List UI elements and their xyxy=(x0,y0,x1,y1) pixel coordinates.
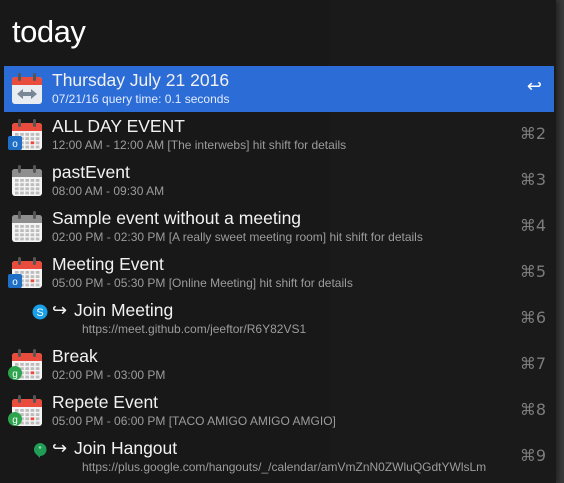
result-row[interactable]: S ↪ Join Meeting https://meet.github.com/je… xyxy=(4,296,554,342)
result-row[interactable]: ” ↪ Join Hangout https://plus.google.com/ha… xyxy=(4,434,554,480)
google-icon: g xyxy=(8,366,22,385)
search-query[interactable]: today xyxy=(12,14,86,58)
shortcut-hint: ⌘5 xyxy=(519,262,546,281)
result-row[interactable]: Sample event without a meeting 02:00 PM -… xyxy=(4,204,554,250)
calendar-gray-icon xyxy=(10,164,44,198)
return-arrow-icon: ↪ xyxy=(52,300,68,320)
result-row[interactable]: o ALL DAY EVENT 12:00 AM - 12:00 AM [The i… xyxy=(4,112,554,158)
return-arrow-icon: ↪ xyxy=(52,438,68,458)
skype-icon: S xyxy=(32,304,48,320)
result-row[interactable]: g Repete Event 05:00 PM - 06:00 PM [TACO A… xyxy=(4,388,554,434)
calendar-gray-icon xyxy=(10,210,44,244)
calendar-icon: g xyxy=(8,394,44,431)
result-subtitle: 07/21/16 query time: 0.1 seconds xyxy=(52,92,230,106)
result-subtitle: 02:00 PM - 03:00 PM xyxy=(52,368,166,382)
launcher-panel: today Thursday July 21 2016 07/21/16 quer… xyxy=(0,0,556,483)
outlook-icon: o xyxy=(8,136,22,155)
result-subtitle: 08:00 AM - 09:30 AM xyxy=(52,184,165,198)
result-title: Sample event without a meeting xyxy=(52,208,302,228)
result-subtitle: https://plus.google.com/hangouts/_/calen… xyxy=(82,460,487,474)
result-row[interactable]: pastEvent 08:00 AM - 09:30 AM ⌘3 xyxy=(4,158,554,204)
hangouts-icon: ” xyxy=(32,442,48,458)
result-title: pastEvent xyxy=(52,162,130,182)
svg-text:o: o xyxy=(12,277,18,288)
shortcut-hint: ⌘6 xyxy=(519,308,546,327)
result-title: Meeting Event xyxy=(52,254,164,274)
svg-text:g: g xyxy=(12,415,18,426)
shortcut-hint: ⌘9 xyxy=(519,446,546,465)
svg-text:g: g xyxy=(12,369,18,380)
outlook-icon: o xyxy=(8,274,22,293)
svg-text:”: ” xyxy=(39,445,42,455)
result-subtitle: 05:00 PM - 06:00 PM [TACO AMIGO AMIGO AM… xyxy=(52,414,336,428)
calendar-icon: o xyxy=(8,256,44,293)
results-list: Thursday July 21 2016 07/21/16 query time… xyxy=(4,66,554,480)
result-title: Repete Event xyxy=(52,392,159,412)
shortcut-hint: ↩ xyxy=(526,76,542,97)
calendar-arrow-icon xyxy=(10,72,44,106)
result-title: Thursday July 21 2016 xyxy=(52,70,230,90)
result-title: Break xyxy=(52,346,98,366)
result-subtitle: 02:00 PM - 02:30 PM [A really sweet meet… xyxy=(52,230,423,244)
shortcut-hint: ⌘3 xyxy=(519,170,546,189)
shortcut-hint: ⌘4 xyxy=(519,216,546,235)
svg-text:o: o xyxy=(12,139,18,150)
result-title: Join Meeting xyxy=(74,300,174,320)
calendar-icon: g xyxy=(8,348,44,385)
result-title: ALL DAY EVENT xyxy=(52,116,185,136)
result-subtitle: 05:00 PM - 05:30 PM [Online Meeting] hit… xyxy=(52,276,353,290)
result-row[interactable]: Thursday July 21 2016 07/21/16 query time… xyxy=(4,66,554,112)
result-subtitle: 12:00 AM - 12:00 AM [The interwebs] hit … xyxy=(52,138,347,152)
google-icon: g xyxy=(8,412,22,431)
result-row[interactable]: g Break 02:00 PM - 03:00 PM ⌘7 xyxy=(4,342,554,388)
shortcut-hint: ⌘2 xyxy=(519,124,546,143)
calendar-icon: o xyxy=(8,118,44,155)
result-title: Join Hangout xyxy=(74,438,178,458)
shortcut-hint: ⌘8 xyxy=(519,400,546,419)
shortcut-hint: ⌘7 xyxy=(519,354,546,373)
result-row[interactable]: o Meeting Event 05:00 PM - 05:30 PM [Onlin… xyxy=(4,250,554,296)
svg-text:S: S xyxy=(36,307,43,319)
result-subtitle: https://meet.github.com/jeeftor/R6Y82VS1 xyxy=(82,322,307,336)
